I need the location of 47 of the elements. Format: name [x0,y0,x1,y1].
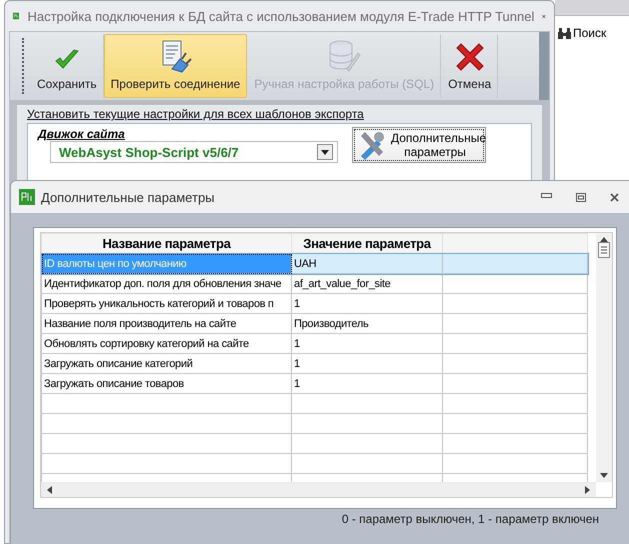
table-cell: 1 [292,374,442,394]
extra-parameters-button[interactable]: Дополнительные параметры [352,127,486,163]
scroll-right-icon[interactable] [585,486,590,494]
app-logo-icon [19,189,35,205]
table-cell: Проверять уникальность категорий и товаров п [42,294,292,314]
table-cell: ID валюты цен по умолчанию [42,254,292,274]
cancel-icon [454,41,486,73]
close-icon[interactable] [610,192,619,202]
table-row[interactable]: ID валюты цен по умолчанию UAH [42,254,588,274]
table-row[interactable]: Проверять уникальность категорий и товаров п 1 [42,294,588,314]
maximize-icon[interactable] [576,192,586,202]
table-cell: Загружать описание категорий [42,354,292,374]
status-bar-text: 0 - параметр выключен, 1 - параметр включен [340,511,600,526]
column-header[interactable]: Значение параметра [292,234,442,254]
binoculars-icon [558,28,571,38]
table-cell: af_art_value_for_site [292,274,442,294]
database-pencil-icon [327,39,362,73]
engine-label: Движок сайта [38,127,125,141]
horizontal-scrollbar[interactable] [41,482,596,497]
table-row[interactable]: Обновлять сортировку категорий на сайте 1 [42,334,588,354]
table-cell: Загружать описание товаров [42,374,292,394]
table-cell: 1 [292,334,442,354]
scroll-thumb-icon[interactable] [598,242,610,258]
table-cell: Обновлять сортировку категорий на сайте [42,334,292,354]
table-row[interactable]: Название поля производитель на сайте Производитель [42,314,588,334]
search-label[interactable]: Поиск [573,26,606,40]
table-row[interactable]: Загружать описание товаров 1 [42,374,588,394]
dropdown-arrow-icon [321,150,329,154]
scroll-down-icon[interactable] [600,473,608,478]
vertical-scrollbar[interactable] [596,233,612,482]
apply-all-link[interactable]: Установить текущие настройки для всех шаблонов экспорта [27,107,532,121]
window-title: Настройка подключения к БД сайта с использованием модуля E-Trade HTTP Tunnel [27,8,534,24]
table-row[interactable]: Идентификатор доп. поля для обновления значе af_art_value_for_site [42,274,588,294]
table-cell: Название поля производитель на сайте [42,314,292,334]
table-cell: 1 [292,354,442,374]
column-header[interactable]: Название параметра [42,234,292,254]
table-cell: UAH [292,254,442,274]
table-cell: Производитель [292,314,442,334]
toolbar-button[interactable]: Отмена [441,34,498,98]
scroll-left-icon[interactable] [47,486,52,494]
dialog-title: Дополнительные параметры [41,190,215,204]
table-cell: Идентификатор доп. поля для обновления значе [42,274,292,294]
engine-dropdown[interactable]: WebAsyst Shop-Script v5/6/7 [50,141,338,163]
minimize-icon[interactable] [541,192,552,198]
table-cell: 1 [292,294,442,314]
toolbar-button[interactable]: Проверить соединение [104,34,248,98]
table-row[interactable]: Загружать описание категорий 1 [42,354,588,374]
